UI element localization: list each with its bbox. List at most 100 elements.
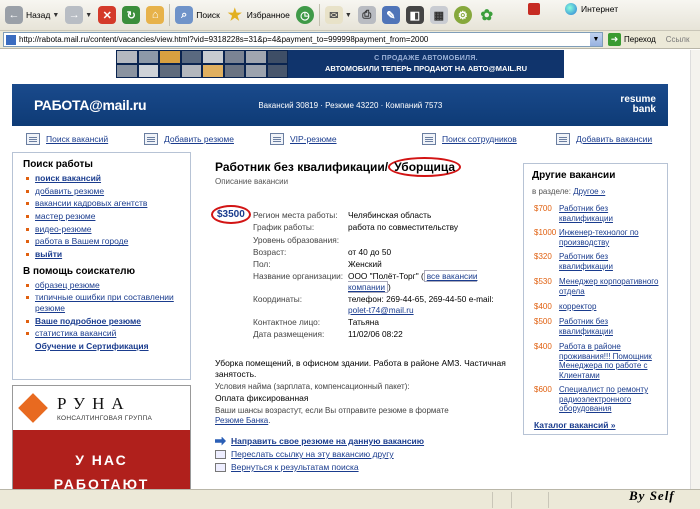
status-bar	[0, 489, 700, 509]
sidebar-heading-search: Поиск работы	[23, 159, 93, 170]
email-link[interactable]: polet-t74@mail.ru	[348, 305, 414, 315]
resume-bank-logo[interactable]: resume bank	[620, 95, 656, 115]
nav-search-vacancies[interactable]: Поиск вакансий	[26, 133, 108, 145]
go-arrow-icon: ➜	[608, 33, 621, 46]
document-icon	[422, 133, 436, 145]
mail-icon: ✉	[324, 6, 343, 24]
toolbar-divider	[169, 4, 171, 26]
messenger-button[interactable]: ◧	[403, 2, 427, 28]
nav-search-employees[interactable]: Поиск сотрудников	[422, 133, 517, 145]
list-item: $400 Работа в районе проживания!!! Помощн…	[534, 342, 652, 380]
refresh-button[interactable]: ↻	[119, 2, 143, 28]
forward-link-action[interactable]: Переслать ссылку на эту вакансию другу	[215, 449, 394, 459]
list-icon	[215, 462, 226, 472]
zone-indicator: Интернет	[565, 3, 618, 15]
search-button[interactable]: ⌕ Поиск	[172, 2, 223, 28]
page-icon	[6, 34, 16, 45]
sidebar-item: мастер резюме	[23, 211, 190, 222]
dropdown-arrow-icon: ▼	[52, 11, 60, 19]
banner-text: С ПРОДАЖЕ АВТОМОБИЛЯ. АВТОМОБИЛИ ТЕПЕРЬ …	[324, 55, 528, 73]
sidebar-item: статистика вакансий	[23, 328, 190, 339]
list-item: $530 Менеджер корпоративного отдела	[534, 277, 659, 296]
security-icon	[528, 3, 540, 15]
document-icon	[26, 133, 40, 145]
back-to-results-action[interactable]: Вернуться к результатам поиска	[215, 462, 359, 472]
conditions-heading: Условия найма (зарплата, компенсационный…	[215, 382, 410, 391]
vacancy-catalog-link[interactable]: Каталог вакансий »	[534, 420, 616, 430]
sidebar-item: выйти	[23, 249, 190, 260]
favorites-button[interactable]: ★ Избранное	[223, 2, 293, 28]
links-label[interactable]: Ссылк	[666, 35, 690, 44]
address-dropdown-icon[interactable]: ▼	[590, 33, 602, 46]
document-icon	[144, 133, 158, 145]
go-button[interactable]: ➜ Переход	[608, 33, 656, 46]
nav-vip-resume[interactable]: VIP-резюме	[270, 133, 337, 145]
section-link[interactable]: Другое »	[573, 187, 605, 196]
ad-banner[interactable]: С ПРОДАЖЕ АВТОМОБИЛЯ. АВТОМОБИЛИ ТЕПЕРЬ …	[116, 50, 564, 78]
other-vacancies-heading: Другие вакансии	[532, 170, 616, 181]
stop-button[interactable]: ✕	[95, 2, 119, 28]
history-button[interactable]: ◷	[293, 2, 317, 28]
table-row: Дата размещения: 11/02/06 08:22	[253, 329, 403, 340]
nav-add-resume[interactable]: Добавить резюме	[144, 133, 234, 145]
page-title: Работник без квалификации/Уборщица	[215, 157, 515, 177]
table-row: Координаты: телефон: 269-44-65, 269-44-50…	[253, 294, 494, 315]
history-icon: ◷	[295, 6, 314, 24]
refresh-icon: ↻	[122, 6, 141, 24]
table-row: Контактное лицо: Татьяна	[253, 317, 379, 328]
send-resume-action[interactable]: Направить свое резюме на данную вакансию	[215, 436, 424, 446]
salary-highlight: $3500	[211, 205, 251, 224]
sidebar-item: образец резюме	[23, 280, 190, 291]
description-label: Описание вакансии	[215, 177, 289, 186]
vertical-scrollbar[interactable]	[690, 50, 700, 489]
flower-icon: ✿	[480, 7, 494, 24]
edit-button[interactable]: ✎	[379, 2, 403, 28]
document-icon	[556, 133, 570, 145]
watermark: By Self	[629, 488, 675, 503]
sidebar-help-list: образец резюме типичные ошибки при соста…	[23, 280, 190, 352]
site-logo[interactable]: РАБОТА@mail.ru	[34, 97, 147, 113]
forward-button[interactable]: → ▼	[62, 2, 95, 28]
research-button[interactable]: ▦	[427, 2, 451, 28]
nav-add-vacancies[interactable]: Добавить вакансии	[556, 133, 652, 145]
back-button[interactable]: ← Назад ▼	[2, 2, 62, 28]
site-stats: Вакансий 30819 · Резюме 43220 · Компаний…	[258, 100, 443, 110]
print-button[interactable]: ⎙	[355, 2, 379, 28]
icq-button[interactable]: ✿	[475, 2, 499, 28]
address-field[interactable]: http://rabota.mail.ru/content/vacancies/…	[3, 32, 603, 47]
mail-button[interactable]: ✉ ▼	[322, 2, 355, 28]
list-item: $320 Работник без квалификации	[534, 252, 613, 271]
arrow-right-icon	[215, 436, 226, 446]
home-icon: ⌂	[146, 6, 165, 24]
printer-icon: ⎙	[357, 6, 376, 24]
table-row: Уровень образования:	[253, 234, 340, 245]
list-item: $700 Работник без квалификации	[534, 204, 613, 223]
details-table: Регион места работы: Челябинская область …	[253, 210, 515, 342]
forward-arrow-icon: →	[65, 6, 84, 24]
back-arrow-icon: ←	[5, 6, 23, 24]
vacancy-details: Работник без квалификации/Уборщица Описа…	[211, 157, 515, 472]
top-nav: Поиск вакансий Добавить резюме VIP-резюм…	[12, 130, 668, 150]
resume-bank-link[interactable]: Резюме Банка	[215, 416, 268, 425]
sidebar-item: Обучение и Сертификация	[35, 340, 149, 351]
banner-car-photos	[116, 50, 288, 78]
chances-note: Ваши шансы возрастут, если Вы отправите …	[215, 406, 449, 425]
home-button[interactable]: ⌂	[143, 2, 167, 28]
sidebar-item: видео-резюме	[23, 224, 190, 235]
table-row: График работы: работа по совместительству	[253, 222, 459, 233]
other-vacancies-box: Другие вакансии в разделе: Другое » $700…	[523, 163, 668, 435]
toolbar-divider	[318, 4, 320, 26]
conditions-value: Оплата фиксированная	[215, 393, 309, 403]
sidebar-item: поиск вакансий	[23, 173, 190, 184]
globe-icon	[565, 3, 577, 15]
list-item: $1000 Инженер-технолог по производству	[534, 228, 639, 247]
addon-icon: ⚙	[453, 6, 472, 24]
sidebar-search-list: поиск вакансий добавить резюме вакансии …	[23, 173, 190, 260]
sidebar-item: вакансии кадровых агентств	[23, 198, 190, 209]
salary-value: $3500	[217, 209, 245, 220]
list-item: $500 Работник без квалификации	[534, 317, 613, 336]
envelope-icon	[215, 449, 226, 459]
addon-button[interactable]: ⚙	[451, 2, 475, 28]
url-text: http://rabota.mail.ru/content/vacancies/…	[19, 35, 429, 44]
sidebar-item: Ваше подробное резюме	[23, 316, 190, 327]
